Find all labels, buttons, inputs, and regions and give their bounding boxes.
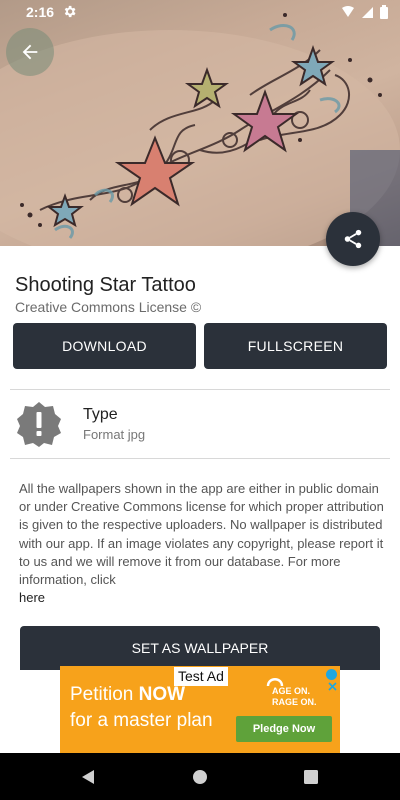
status-time: 2:16 — [26, 4, 55, 20]
navigation-bar — [0, 753, 400, 800]
disclaimer-body: All the wallpapers shown in the app are … — [19, 481, 384, 588]
type-title: Type — [83, 406, 118, 423]
status-indicators — [341, 5, 388, 19]
share-icon — [344, 229, 362, 249]
ad-cta-button[interactable]: Pledge Now — [236, 716, 332, 742]
ad-brand-line1: AGE ON. — [272, 686, 311, 696]
more-info-link[interactable]: here — [19, 590, 45, 605]
set-as-wallpaper-button[interactable]: SET AS WALLPAPER — [20, 626, 380, 670]
status-bar: 2:16 — [0, 0, 400, 24]
ad-brand-line2: RAGE ON. — [272, 697, 317, 707]
back-button[interactable] — [6, 28, 54, 76]
tattoo-artwork — [0, 13, 400, 246]
nav-home-icon[interactable] — [192, 769, 208, 785]
wallpaper-preview-image[interactable] — [0, 0, 400, 246]
wallpaper-title: Shooting Star Tattoo — [15, 274, 196, 296]
type-value: Format jpg — [83, 427, 146, 442]
share-button[interactable] — [326, 212, 380, 266]
nav-back-icon[interactable] — [81, 769, 95, 785]
alert-badge-icon — [17, 402, 61, 447]
download-button[interactable]: DOWNLOAD — [13, 323, 196, 369]
cell-signal-icon — [362, 6, 373, 18]
ad-brand-text: AGE ON. RAGE ON. — [272, 686, 317, 708]
divider — [10, 458, 390, 459]
license-text: Creative Commons License © — [15, 299, 202, 315]
divider — [10, 389, 390, 390]
battery-icon — [380, 5, 388, 19]
fullscreen-button[interactable]: FULLSCREEN — [204, 323, 387, 369]
arrow-left-icon — [22, 44, 38, 60]
ad-close-icon[interactable] — [327, 681, 338, 692]
gear-icon — [64, 5, 76, 18]
nav-recents-icon[interactable] — [304, 770, 318, 784]
ad-headline-prefix: Petition — [70, 684, 139, 705]
ad-label: Test Ad — [174, 667, 228, 686]
signal-icon — [342, 6, 354, 17]
disclaimer-text: All the wallpapers shown in the app are … — [19, 480, 385, 607]
ad-headline-emphasis: NOW — [138, 684, 186, 705]
ad-subheadline: for a master plan — [70, 710, 213, 731]
ad-info-icon[interactable] — [326, 669, 337, 680]
ad-headline: Petition NOW — [70, 684, 185, 706]
